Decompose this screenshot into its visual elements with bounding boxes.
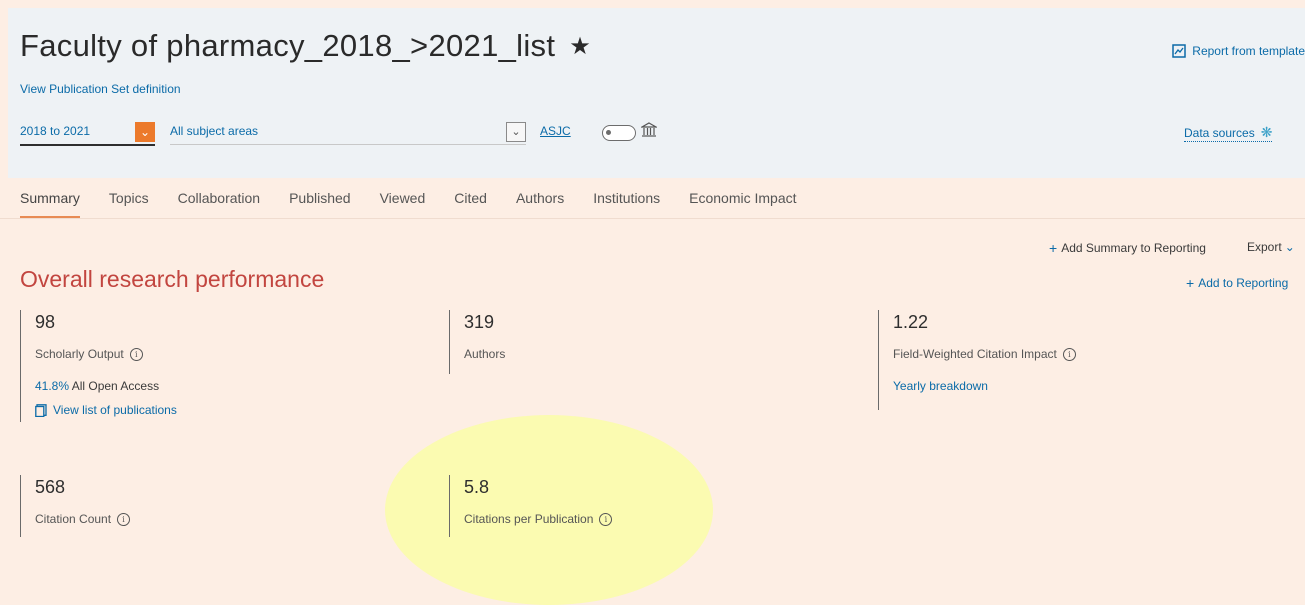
metric-value: 5.8 [464, 477, 490, 497]
add-to-reporting-label: Add to Reporting [1198, 276, 1289, 290]
metric-label-text: Citations per Publication [464, 512, 594, 526]
subject-area-select[interactable]: All subject areas ⌄ [170, 120, 526, 145]
view-definition-link[interactable]: View Publication Set definition [20, 82, 181, 96]
metric-label-text: Citation Count [35, 512, 112, 526]
data-sources-label: Data sources [1184, 125, 1255, 140]
metric-authors: 319 Authors [449, 310, 505, 374]
metric-citations-per-publication: 5.8 Citations per Publication i [449, 475, 613, 537]
data-sources-link[interactable]: Data sources ❋ [1184, 124, 1273, 142]
tab-divider [0, 218, 1305, 219]
info-icon[interactable]: i [129, 347, 143, 361]
metric-label: Authors [464, 347, 505, 361]
report-icon [1172, 44, 1187, 58]
metric-value: 568 [35, 477, 66, 497]
export-label: Export [1247, 240, 1282, 254]
plus-icon: + [1049, 240, 1058, 256]
chevron-down-icon: ⌄ [1284, 240, 1295, 254]
institution-toggle[interactable] [602, 125, 636, 141]
metric-value: 1.22 [893, 312, 929, 332]
tab-summary[interactable]: Summary [20, 190, 80, 218]
loading-spinner-icon: ❋ [1260, 124, 1273, 140]
metric-label-text: Field-Weighted Citation Impact [893, 347, 1057, 361]
subject-area-value: All subject areas [170, 124, 259, 138]
open-access-info: 41.8% All Open Access [35, 379, 177, 393]
metric-label: Citations per Publication i [464, 512, 613, 526]
plus-icon: + [1186, 275, 1195, 291]
add-to-reporting-button[interactable]: + Add to Reporting [1186, 275, 1288, 291]
metric-label: Scholarly Output i [35, 347, 177, 361]
add-summary-label: Add Summary to Reporting [1061, 241, 1206, 255]
export-button[interactable]: Export ⌄ [1247, 240, 1295, 254]
report-from-template-button[interactable]: Report from template [1172, 44, 1305, 58]
tab-topics[interactable]: Topics [109, 190, 149, 218]
tab-collaboration[interactable]: Collaboration [178, 190, 261, 218]
star-icon[interactable]: ★ [569, 32, 591, 61]
metric-citation-count: 568 Citation Count i [20, 475, 131, 537]
info-icon[interactable]: i [1062, 347, 1076, 361]
view-list-of-publications-link[interactable]: View list of publications [35, 403, 177, 417]
open-access-label: All Open Access [71, 379, 160, 393]
yearly-breakdown-link[interactable]: Yearly breakdown [893, 379, 1076, 393]
metric-label-text: Authors [464, 347, 506, 361]
tab-bar: Summary Topics Collaboration Published V… [20, 190, 826, 218]
view-list-label: View list of publications [53, 403, 177, 417]
institution-icon [641, 122, 657, 137]
open-access-pct[interactable]: 41.8% [35, 379, 69, 393]
page-title: Faculty of pharmacy_2018_>2021_list ★ [20, 28, 591, 64]
document-icon [35, 403, 47, 417]
info-icon[interactable]: i [599, 512, 613, 526]
tab-viewed[interactable]: Viewed [380, 190, 426, 218]
info-icon[interactable]: i [117, 512, 131, 526]
tab-institutions[interactable]: Institutions [593, 190, 660, 218]
year-range-value: 2018 to 2021 [20, 124, 91, 138]
tab-cited[interactable]: Cited [454, 190, 487, 218]
tab-published[interactable]: Published [289, 190, 351, 218]
metric-label-text: Scholarly Output [35, 347, 124, 361]
asjc-link[interactable]: ASJC [540, 124, 571, 138]
metric-value: 319 [464, 312, 495, 332]
chevron-down-icon[interactable]: ⌄ [135, 122, 155, 142]
report-label: Report from template [1192, 44, 1305, 58]
metric-fwci: 1.22 Field-Weighted Citation Impact i Ye… [878, 310, 1076, 410]
metric-label: Citation Count i [35, 512, 131, 526]
year-range-select[interactable]: 2018 to 2021 ⌄ [20, 120, 155, 146]
tab-authors[interactable]: Authors [516, 190, 564, 218]
tab-economic-impact[interactable]: Economic Impact [689, 190, 796, 218]
section-title: Overall research performance [20, 266, 325, 292]
page-header: Faculty of pharmacy_2018_>2021_list ★ Vi… [8, 8, 1305, 178]
title-text: Faculty of pharmacy_2018_>2021_list [20, 28, 556, 63]
metric-value: 98 [35, 312, 56, 332]
add-summary-to-reporting-button[interactable]: + Add Summary to Reporting [1049, 240, 1206, 256]
chevron-down-icon[interactable]: ⌄ [506, 122, 526, 142]
metric-label: Field-Weighted Citation Impact i [893, 347, 1076, 361]
metric-scholarly-output: 98 Scholarly Output i 41.8% All Open Acc… [20, 310, 177, 422]
